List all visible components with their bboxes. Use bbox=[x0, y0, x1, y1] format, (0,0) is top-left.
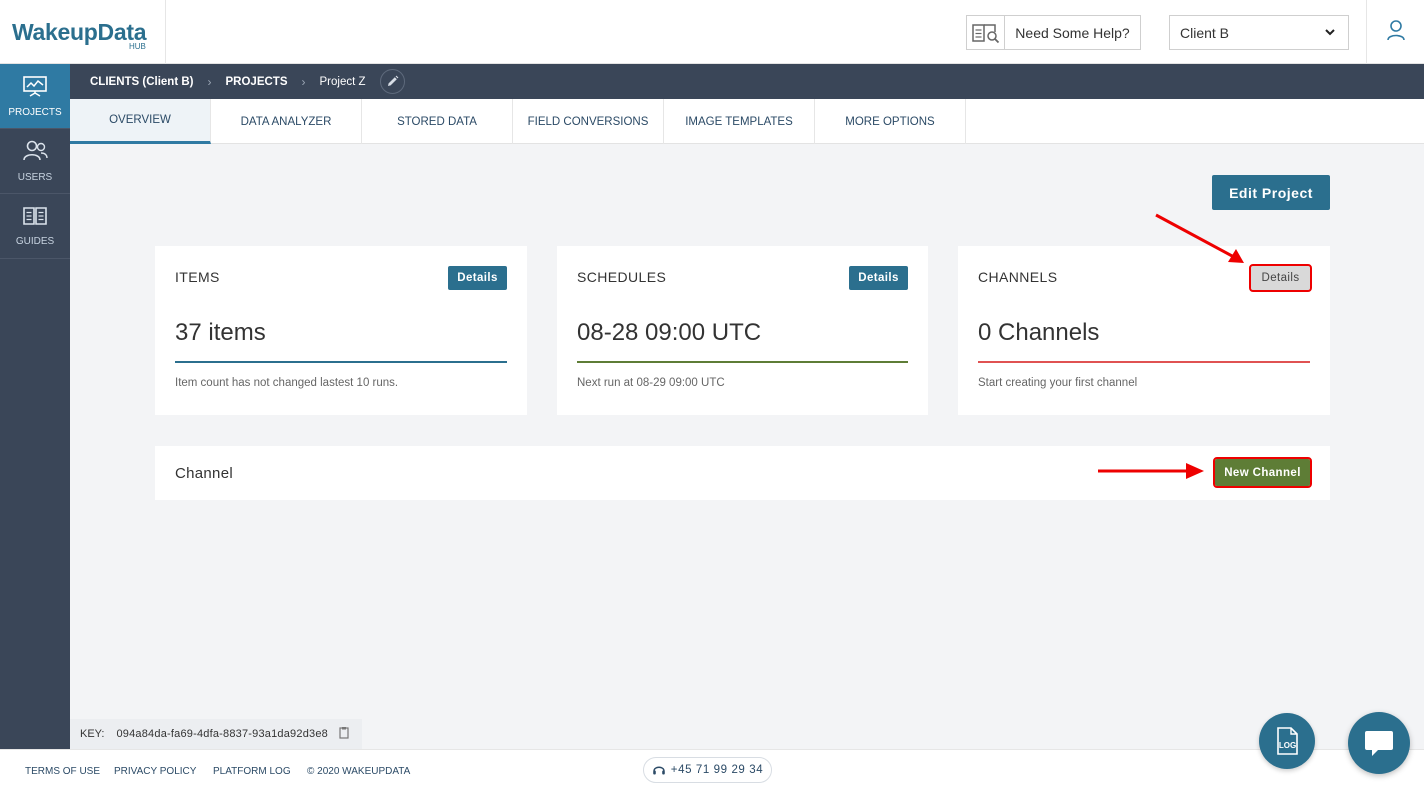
book-icon bbox=[22, 205, 48, 232]
breadcrumb-current: Project Z bbox=[319, 75, 366, 88]
help-label: Need Some Help? bbox=[1015, 24, 1130, 41]
channels-card: CHANNELS Details 0 Channels Start creati… bbox=[958, 246, 1330, 415]
chat-button[interactable] bbox=[1348, 712, 1410, 774]
tab-stored-data[interactable]: STORED DATA bbox=[362, 99, 513, 144]
card-note: Item count has not changed lastest 10 ru… bbox=[175, 377, 399, 389]
users-icon bbox=[22, 139, 48, 168]
card-note: Start creating your first channel bbox=[978, 377, 1138, 389]
terms-of-use-link[interactable]: TERMS OF USE bbox=[25, 766, 100, 777]
chevron-right-icon: › bbox=[301, 74, 306, 89]
client-select[interactable]: Client B bbox=[1169, 15, 1349, 50]
card-divider bbox=[577, 361, 908, 363]
sidebar-item-label: PROJECTS bbox=[8, 107, 62, 118]
tab-overview[interactable]: OVERVIEW bbox=[70, 99, 211, 144]
help-button[interactable]: Need Some Help? bbox=[966, 15, 1141, 50]
tab-bar: OVERVIEW DATA ANALYZER STORED DATA FIELD… bbox=[70, 99, 1424, 144]
phone-support-link[interactable]: +45 71 99 29 34 bbox=[643, 757, 772, 783]
client-select-value: Client B bbox=[1180, 24, 1230, 41]
logo-text: WakeupData bbox=[12, 19, 147, 45]
sidebar-item-projects[interactable]: PROJECTS bbox=[0, 64, 70, 129]
card-note: Next run at 08-29 09:00 UTC bbox=[577, 377, 725, 389]
schedules-card: SCHEDULES Details 08-28 09:00 UTC Next r… bbox=[557, 246, 928, 415]
sidebar-item-users[interactable]: USERS bbox=[0, 129, 70, 194]
annotation-arrow-icon bbox=[1155, 213, 1244, 263]
card-divider bbox=[175, 361, 507, 363]
logo[interactable]: WakeupData HUB bbox=[0, 0, 166, 64]
items-card: ITEMS Details 37 items Item count has no… bbox=[155, 246, 527, 415]
edit-name-button[interactable] bbox=[379, 69, 405, 94]
svg-text:LOG: LOG bbox=[1279, 741, 1296, 750]
breadcrumb-clients[interactable]: CLIENTS (Client B) bbox=[90, 76, 194, 88]
card-divider bbox=[978, 361, 1310, 363]
chevron-down-icon bbox=[1324, 24, 1336, 43]
tab-image-templates[interactable]: IMAGE TEMPLATES bbox=[664, 99, 815, 144]
tab-data-analyzer[interactable]: DATA ANALYZER bbox=[211, 99, 362, 144]
project-key-bar: KEY: 094a84da-fa69-4dfa-8837-93a1da92d3e… bbox=[70, 719, 362, 749]
schedules-details-button[interactable]: Details bbox=[849, 266, 908, 290]
annotation-arrow-icon bbox=[1098, 463, 1204, 479]
channel-section-title: Channel bbox=[175, 465, 233, 482]
edit-project-button[interactable]: Edit Project bbox=[1212, 175, 1330, 210]
tab-more-options[interactable]: MORE OPTIONS bbox=[815, 99, 966, 144]
new-channel-button[interactable]: New Channel bbox=[1213, 457, 1312, 488]
chevron-right-icon: › bbox=[207, 74, 212, 89]
user-icon bbox=[1386, 19, 1406, 46]
card-value: 37 items bbox=[175, 319, 266, 346]
key-label: KEY: bbox=[80, 728, 105, 740]
sidebar-item-guides[interactable]: GUIDES bbox=[0, 194, 70, 259]
tab-field-conversions[interactable]: FIELD CONVERSIONS bbox=[513, 99, 664, 144]
breadcrumb: CLIENTS (Client B) › PROJECTS › Project … bbox=[70, 64, 1424, 99]
items-details-button[interactable]: Details bbox=[448, 266, 507, 290]
breadcrumb-projects[interactable]: PROJECTS bbox=[226, 76, 288, 88]
platform-log-link[interactable]: PLATFORM LOG bbox=[213, 766, 291, 777]
platform-log-button[interactable]: LOG bbox=[1259, 713, 1315, 769]
log-file-icon: LOG bbox=[1277, 727, 1298, 755]
presentation-chart-icon bbox=[22, 74, 48, 103]
privacy-policy-link[interactable]: PRIVACY POLICY bbox=[114, 766, 196, 777]
card-value: 0 Channels bbox=[978, 319, 1100, 346]
chat-bubble-icon bbox=[1365, 731, 1393, 756]
logo-subtext: HUB bbox=[129, 42, 146, 51]
phone-number: +45 71 99 29 34 bbox=[670, 764, 764, 776]
card-value: 08-28 09:00 UTC bbox=[577, 319, 762, 346]
sidebar-item-label: GUIDES bbox=[15, 236, 55, 247]
footer: TERMS OF USE PRIVACY POLICY PLATFORM LOG… bbox=[0, 749, 1424, 789]
pencil-icon bbox=[387, 75, 398, 86]
card-title: CHANNELS bbox=[978, 269, 1058, 285]
card-title: ITEMS bbox=[175, 269, 220, 285]
copyright-text: © 2020 WAKEUPDATA bbox=[307, 766, 411, 777]
key-value: 094a84da-fa69-4dfa-8837-93a1da92d3e8 bbox=[116, 728, 328, 740]
sidebar: PROJECTS USERS GUIDES bbox=[0, 64, 70, 749]
user-menu-button[interactable] bbox=[1366, 0, 1424, 64]
sidebar-item-label: USERS bbox=[17, 172, 53, 183]
copy-icon[interactable] bbox=[338, 726, 350, 742]
card-title: SCHEDULES bbox=[577, 269, 667, 285]
top-header: WakeupData HUB Need Some Help? Client B bbox=[0, 0, 1424, 64]
headset-icon bbox=[652, 766, 665, 775]
channels-details-button[interactable]: Details bbox=[1249, 264, 1312, 292]
help-guide-icon bbox=[967, 16, 1005, 49]
